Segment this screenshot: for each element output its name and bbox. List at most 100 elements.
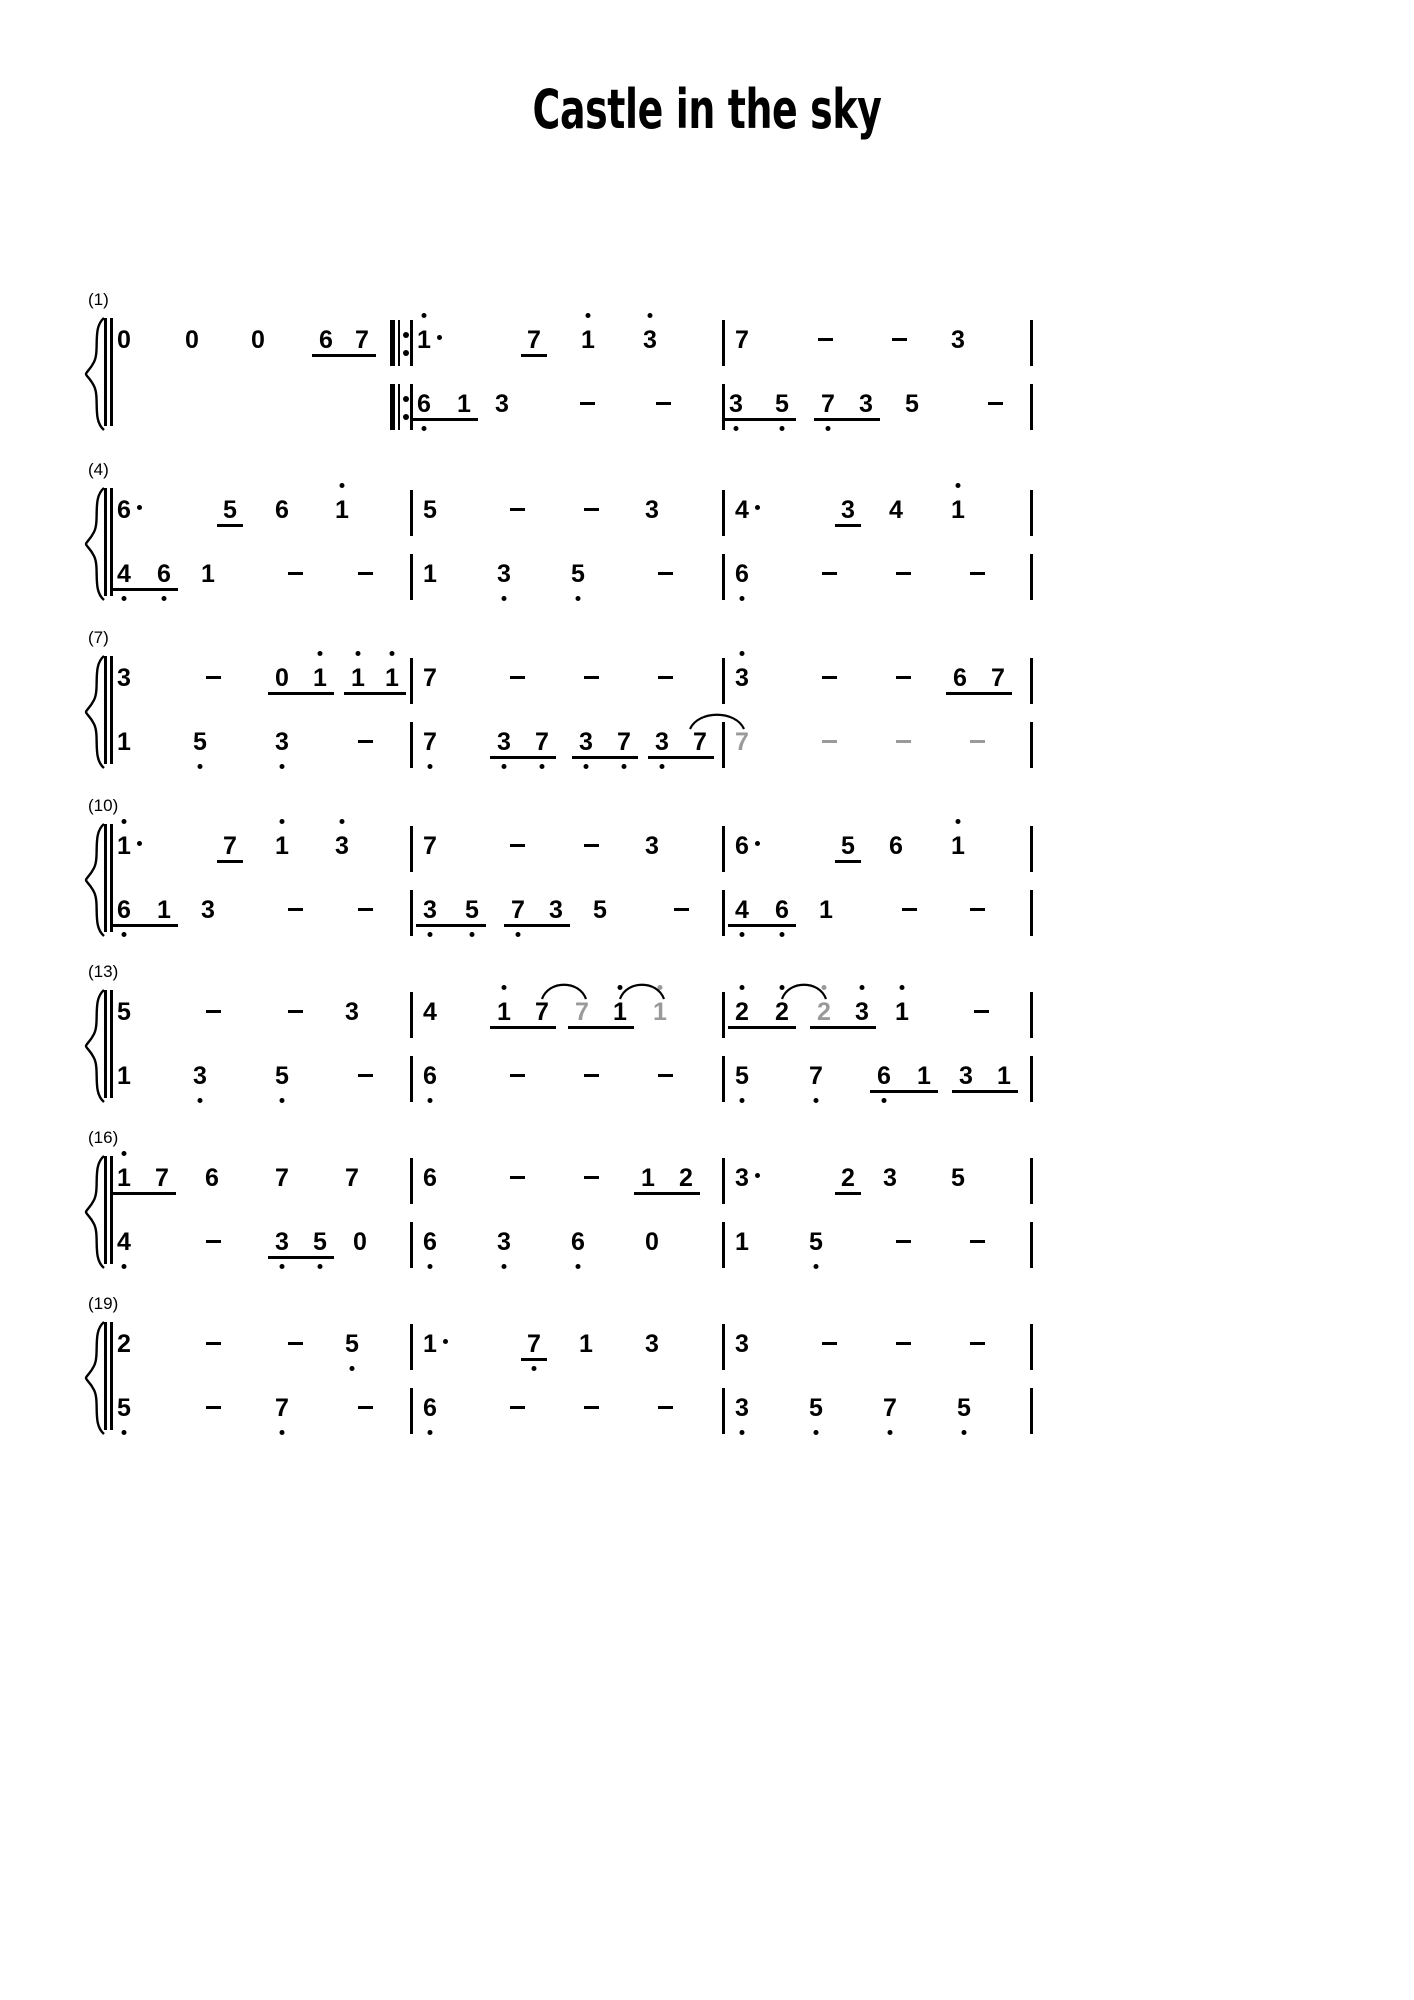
jianpu-note: 3: [187, 1062, 213, 1103]
jianpu-note: 3: [345, 998, 359, 1026]
hold-dash: [584, 508, 599, 511]
beam-line: [946, 692, 1012, 695]
jianpu-note: 1: [491, 985, 517, 1026]
jianpu-note: 5: [729, 1062, 755, 1103]
octave-down-dot-icon: [469, 932, 475, 937]
barline: [410, 1056, 413, 1102]
octave-up-dot-icon: [647, 313, 653, 318]
beam-line: [835, 1192, 861, 1195]
octave-down-dot-icon: [733, 426, 739, 431]
jianpu-note: 3: [269, 728, 295, 769]
jianpu-note: 1: [819, 896, 833, 924]
jianpu-note: 4: [111, 1228, 137, 1269]
jianpu-note: 1: [945, 819, 971, 860]
barline: [410, 992, 413, 1038]
jianpu-note: 3: [329, 819, 355, 860]
hold-dash: [584, 1074, 599, 1077]
beam-line: [416, 924, 486, 927]
jianpu-note: 1: [269, 819, 295, 860]
hold-dash: [656, 402, 671, 405]
beam-line: [410, 418, 478, 421]
beam-line: [728, 1026, 796, 1029]
augmentation-dot-icon: [443, 1339, 448, 1344]
octave-down-dot-icon: [501, 1264, 507, 1269]
octave-down-dot-icon: [279, 764, 285, 769]
octave-down-dot-icon: [279, 1430, 285, 1435]
jianpu-note: 5: [423, 496, 437, 524]
staff-system: (10) 1 7 1 3 7 3 6 5 6 1 6 1 3 3 5 7 3 5 4 6 1: [0, 796, 1414, 946]
hold-dash: [510, 1176, 525, 1179]
jianpu-note: 1: [411, 313, 442, 354]
hold-dash: [658, 1406, 673, 1409]
jianpu-note: 5: [187, 728, 213, 769]
jianpu-note: 0: [185, 326, 199, 354]
octave-down-dot-icon: [621, 764, 627, 769]
barline: [722, 1158, 725, 1204]
octave-down-dot-icon: [121, 1264, 127, 1269]
staff-system: (19) 2 5 1 7 1 3 3 5 7 6 3 5 7 5: [0, 1294, 1414, 1444]
tie-slur: [540, 980, 588, 1000]
treble-staff-row: 176776123235: [0, 1150, 1414, 1206]
jianpu-note: 5: [111, 1394, 137, 1435]
bass-staff-row: 4350636015: [0, 1214, 1414, 1270]
jianpu-note: 7: [803, 1062, 829, 1103]
beam-line: [870, 1090, 938, 1093]
octave-down-dot-icon: [161, 596, 167, 601]
hold-dash: [896, 676, 911, 679]
jianpu-note: 3: [201, 896, 215, 924]
beam-line: [490, 1026, 556, 1029]
jianpu-note: 6: [417, 1228, 443, 1269]
octave-down-dot-icon: [739, 1430, 745, 1435]
barline: [722, 554, 725, 600]
beam-line: [722, 418, 796, 421]
jianpu-note: 0: [117, 326, 131, 354]
jianpu-note: 7: [735, 326, 749, 354]
barline: [722, 384, 725, 430]
jianpu-note: 5: [841, 832, 855, 860]
hold-dash: [358, 740, 373, 743]
jianpu-note: 1: [307, 651, 333, 692]
augmentation-dot-icon: [437, 335, 442, 340]
sheet-music-page: Castle in the sky (1) 0 0 0 6 7 1 7 1 3 7 3 6 1 3 3 5 7 3 5…: [0, 0, 1414, 2000]
jianpu-note: 0: [645, 1228, 659, 1256]
bass-staff-row: 5 7 6 3 5 7 5: [0, 1380, 1414, 1436]
jianpu-note: 6: [417, 1062, 443, 1103]
augmentation-dot-icon: [137, 841, 142, 846]
treble-staff-row: 301117367: [0, 650, 1414, 706]
barline: [722, 490, 725, 536]
hold-dash: [288, 1010, 303, 1013]
barline: [722, 320, 725, 366]
jianpu-note: 3: [495, 390, 509, 418]
jianpu-note: 5: [307, 1228, 333, 1269]
jianpu-note: 1: [111, 819, 142, 860]
jianpu-note: 5: [951, 1164, 965, 1192]
jianpu-note: 3: [491, 728, 517, 769]
barline: [722, 826, 725, 872]
tie-slur: [780, 980, 828, 1000]
octave-down-dot-icon: [427, 764, 433, 769]
hold-dash: [974, 1010, 989, 1013]
jianpu-note: 3: [549, 896, 563, 924]
octave-down-dot-icon: [121, 932, 127, 937]
jianpu-note: 7: [991, 664, 1005, 692]
hold-dash: [584, 676, 599, 679]
jianpu-note: 7: [355, 326, 369, 354]
jianpu-note: 7: [345, 1164, 359, 1192]
barline: [722, 658, 725, 704]
hold-dash: [288, 1342, 303, 1345]
octave-up-dot-icon: [339, 819, 345, 824]
octave-up-dot-icon: [739, 651, 745, 656]
tie-slur: [688, 710, 746, 730]
barline: [410, 890, 413, 936]
octave-down-dot-icon: [197, 764, 203, 769]
jianpu-note: 5: [803, 1394, 829, 1435]
barline: [410, 320, 413, 366]
beam-line: [110, 1192, 176, 1195]
jianpu-note: 7: [269, 1394, 295, 1435]
octave-down-dot-icon: [825, 426, 831, 431]
barline: [410, 1222, 413, 1268]
measure-end-barline: [1030, 890, 1033, 936]
measure-end-barline: [1030, 722, 1033, 768]
jianpu-note: 6: [151, 560, 177, 601]
jianpu-note: 1: [117, 728, 131, 756]
